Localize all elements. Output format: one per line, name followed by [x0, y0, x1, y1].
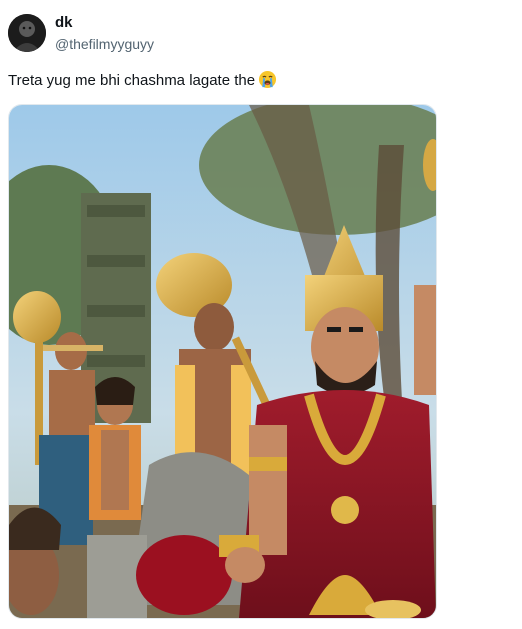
profile-avatar-icon [8, 14, 46, 52]
tweet-card[interactable]: dk @thefilmyyguyy Treta yug me bhi chash… [0, 0, 522, 629]
mythological-scene-photo-icon [9, 105, 436, 618]
tweet-text-content: Treta yug me bhi chashma lagate the [8, 72, 256, 89]
display-name[interactable]: dk [55, 14, 154, 32]
user-handle[interactable]: @thefilmyyguyy [55, 34, 154, 54]
loudly-crying-face-icon [258, 70, 277, 89]
tweet-text: Treta yug me bhi chashma lagate the [8, 70, 277, 91]
tweet-photo[interactable] [8, 104, 437, 619]
avatar[interactable] [8, 14, 46, 52]
user-info: dk @thefilmyyguyy [55, 14, 154, 54]
